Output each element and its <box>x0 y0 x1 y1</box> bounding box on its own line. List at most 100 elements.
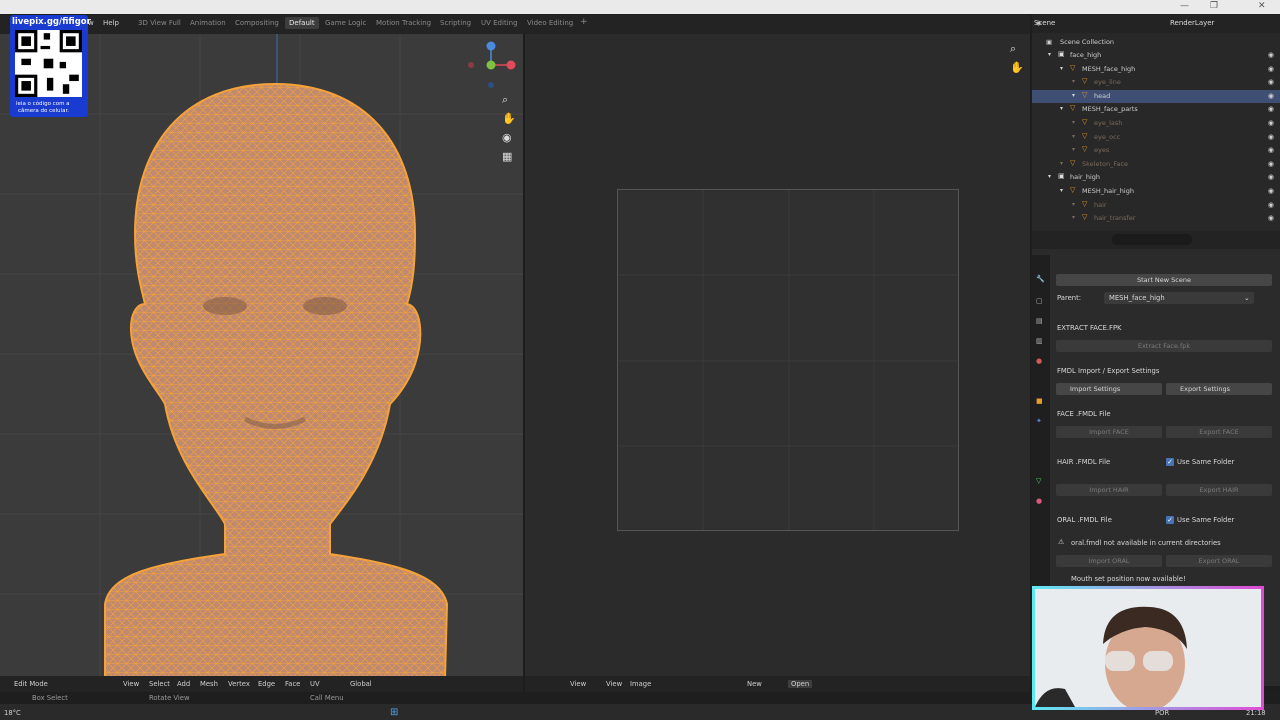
workspace-tab-uv-editing[interactable]: UV Editing <box>481 19 518 27</box>
mode-dropdown[interactable]: Edit Mode <box>14 680 48 688</box>
outliner-row[interactable]: ▾ ▽ MESH_face_high ◉ <box>1032 63 1280 76</box>
view-layer-selector[interactable]: RenderLayer <box>1170 19 1214 27</box>
expand-chevron-icon[interactable]: ▾ <box>1072 92 1075 99</box>
workspace-tab-animation[interactable]: Animation <box>190 19 226 27</box>
menu-image[interactable]: Image <box>630 680 651 688</box>
outliner-row[interactable]: ▾ ▽ Skeleton_Face ◉ <box>1032 158 1280 171</box>
outliner-row[interactable]: ▾ ▽ MESH_hair_high ◉ <box>1032 185 1280 198</box>
zoom-icon[interactable]: ⌕ <box>502 93 508 107</box>
visibility-eye-icon[interactable]: ◉ <box>1268 214 1274 222</box>
visibility-eye-icon[interactable]: ◉ <box>1268 92 1274 100</box>
expand-chevron-icon[interactable]: ▾ <box>1072 133 1075 140</box>
menu-view[interactable]: View <box>570 680 586 688</box>
maximize-icon[interactable]: ❐ <box>1210 1 1218 11</box>
clock[interactable]: 21:18 <box>1246 709 1266 717</box>
pan-hand-icon[interactable]: ✋ <box>1010 61 1024 74</box>
parent-dropdown[interactable]: MESH_face_high ⌄ <box>1104 292 1254 304</box>
outliner-row[interactable]: ▾ ▽ head ◉ <box>1032 89 1280 103</box>
view-layer-icon[interactable]: ▥ <box>1036 337 1043 345</box>
visibility-eye-icon[interactable]: ◉ <box>1268 78 1274 86</box>
menu-vertex[interactable]: Vertex <box>228 680 250 688</box>
modifier-icon[interactable]: ✦ <box>1036 417 1042 425</box>
workspace-tab-motion-tracking[interactable]: Motion Tracking <box>376 19 431 27</box>
visibility-eye-icon[interactable]: ◉ <box>1268 173 1274 181</box>
expand-chevron-icon[interactable]: ▾ <box>1048 51 1051 58</box>
scene-props-icon[interactable]: ● <box>1036 357 1042 365</box>
language-indicator[interactable]: POR <box>1155 709 1169 717</box>
grid-view-icon[interactable]: ▦ <box>502 150 512 163</box>
head-mesh[interactable] <box>95 74 455 678</box>
outliner-row[interactable]: ▾ ▽ hair ◉ <box>1032 199 1280 212</box>
outliner-scene-collection[interactable]: ▣ Scene Collection <box>1032 36 1280 49</box>
new-image-button[interactable]: New <box>747 680 762 688</box>
visibility-eye-icon[interactable]: ◉ <box>1268 187 1274 195</box>
navigation-gizmo[interactable] <box>465 39 520 94</box>
export-face-button[interactable]: Export FACE <box>1166 426 1272 438</box>
expand-chevron-icon[interactable]: ▾ <box>1072 78 1075 85</box>
properties-search-input[interactable] <box>1112 234 1192 245</box>
object-props-icon[interactable]: ■ <box>1036 397 1043 405</box>
windows-start-icon[interactable]: ⊞ <box>390 707 398 718</box>
import-settings-dropdown[interactable]: Import Settings <box>1056 383 1162 395</box>
3d-viewport[interactable]: ⌕ ✋ ◉ ▦ <box>0 34 523 678</box>
outliner-row[interactable]: ▾ ▽ eye_occ ◉ <box>1032 131 1280 144</box>
workspace-tab-compositing[interactable]: Compositing <box>235 19 279 27</box>
image-editor[interactable]: ⌕ ✋ <box>525 34 1030 678</box>
expand-chevron-icon[interactable]: ▾ <box>1060 105 1063 112</box>
tool-icon[interactable]: 🔧 <box>1036 275 1045 283</box>
scene-selector[interactable]: Scene <box>1034 19 1055 27</box>
visibility-eye-icon[interactable]: ◉ <box>1268 105 1274 113</box>
export-settings-dropdown[interactable]: Export Settings <box>1166 383 1272 395</box>
import-oral-button[interactable]: Import ORAL <box>1056 555 1162 567</box>
expand-chevron-icon[interactable]: ▾ <box>1072 119 1075 126</box>
camera-icon[interactable]: ◉ <box>502 131 512 144</box>
workspace-tab-video-editing[interactable]: Video Editing <box>527 19 573 27</box>
menu-view[interactable]: View <box>123 680 139 688</box>
zoom-icon[interactable]: ⌕ <box>1010 42 1016 56</box>
import-hair-button[interactable]: Import HAIR <box>1056 484 1162 496</box>
menu-view-2[interactable]: View <box>606 680 622 688</box>
export-oral-button[interactable]: Export ORAL <box>1166 555 1272 567</box>
oral-use-same-folder-checkbox[interactable]: ✓ <box>1166 516 1174 524</box>
uv-canvas[interactable] <box>617 189 959 531</box>
expand-chevron-icon[interactable]: ▾ <box>1072 214 1075 221</box>
visibility-eye-icon[interactable]: ◉ <box>1268 51 1274 59</box>
menu-uv[interactable]: UV <box>310 680 320 688</box>
expand-chevron-icon[interactable]: ▾ <box>1060 187 1063 194</box>
menu-add[interactable]: Add <box>177 680 190 688</box>
workspace-tab-scripting[interactable]: Scripting <box>440 19 471 27</box>
outliner-row[interactable]: ▾ ▣ hair_high ◉ <box>1032 171 1280 184</box>
expand-chevron-icon[interactable]: ▾ <box>1072 146 1075 153</box>
outliner-row[interactable]: ▾ ▽ hair_transfer ◉ <box>1032 212 1280 225</box>
visibility-eye-icon[interactable]: ◉ <box>1268 201 1274 209</box>
minimize-icon[interactable]: — <box>1180 1 1189 11</box>
export-hair-button[interactable]: Export HAIR <box>1166 484 1272 496</box>
close-icon[interactable]: ✕ <box>1258 1 1266 11</box>
visibility-eye-icon[interactable]: ◉ <box>1268 133 1274 141</box>
menu-edge[interactable]: Edge <box>258 680 275 688</box>
material-icon[interactable]: ● <box>1036 497 1042 505</box>
outliner-row[interactable]: ▾ ▽ eye_line ◉ <box>1032 76 1280 89</box>
workspace-tab-game-logic[interactable]: Game Logic <box>325 19 366 27</box>
visibility-eye-icon[interactable]: ◉ <box>1268 119 1274 127</box>
workspace-tab-3d-view-full[interactable]: 3D View Full <box>138 19 181 27</box>
visibility-eye-icon[interactable]: ◉ <box>1268 146 1274 154</box>
import-face-button[interactable]: Import FACE <box>1056 426 1162 438</box>
render-icon[interactable]: ▢ <box>1036 297 1043 305</box>
output-icon[interactable]: ▤ <box>1036 317 1043 325</box>
visibility-eye-icon[interactable]: ◉ <box>1268 65 1274 73</box>
visibility-eye-icon[interactable]: ◉ <box>1268 160 1274 168</box>
mesh-data-icon[interactable]: ▽ <box>1036 477 1041 485</box>
menu-help[interactable]: Help <box>103 19 119 27</box>
expand-chevron-icon[interactable]: ▾ <box>1048 173 1051 180</box>
menu-mesh[interactable]: Mesh <box>200 680 218 688</box>
expand-chevron-icon[interactable]: ▾ <box>1060 160 1063 167</box>
expand-chevron-icon[interactable]: ▾ <box>1060 65 1063 72</box>
outliner-row[interactable]: ▾ ▣ face_high ◉ <box>1032 49 1280 62</box>
hair-use-same-folder-checkbox[interactable]: ✓ <box>1166 458 1174 466</box>
open-image-button[interactable]: Open <box>788 680 813 688</box>
outliner-row[interactable]: ▾ ▽ MESH_face_parts ◉ <box>1032 103 1280 116</box>
expand-chevron-icon[interactable]: ▾ <box>1072 201 1075 208</box>
transform-orientation-dropdown[interactable]: Global <box>350 680 372 688</box>
add-workspace-button[interactable]: + <box>580 17 588 27</box>
